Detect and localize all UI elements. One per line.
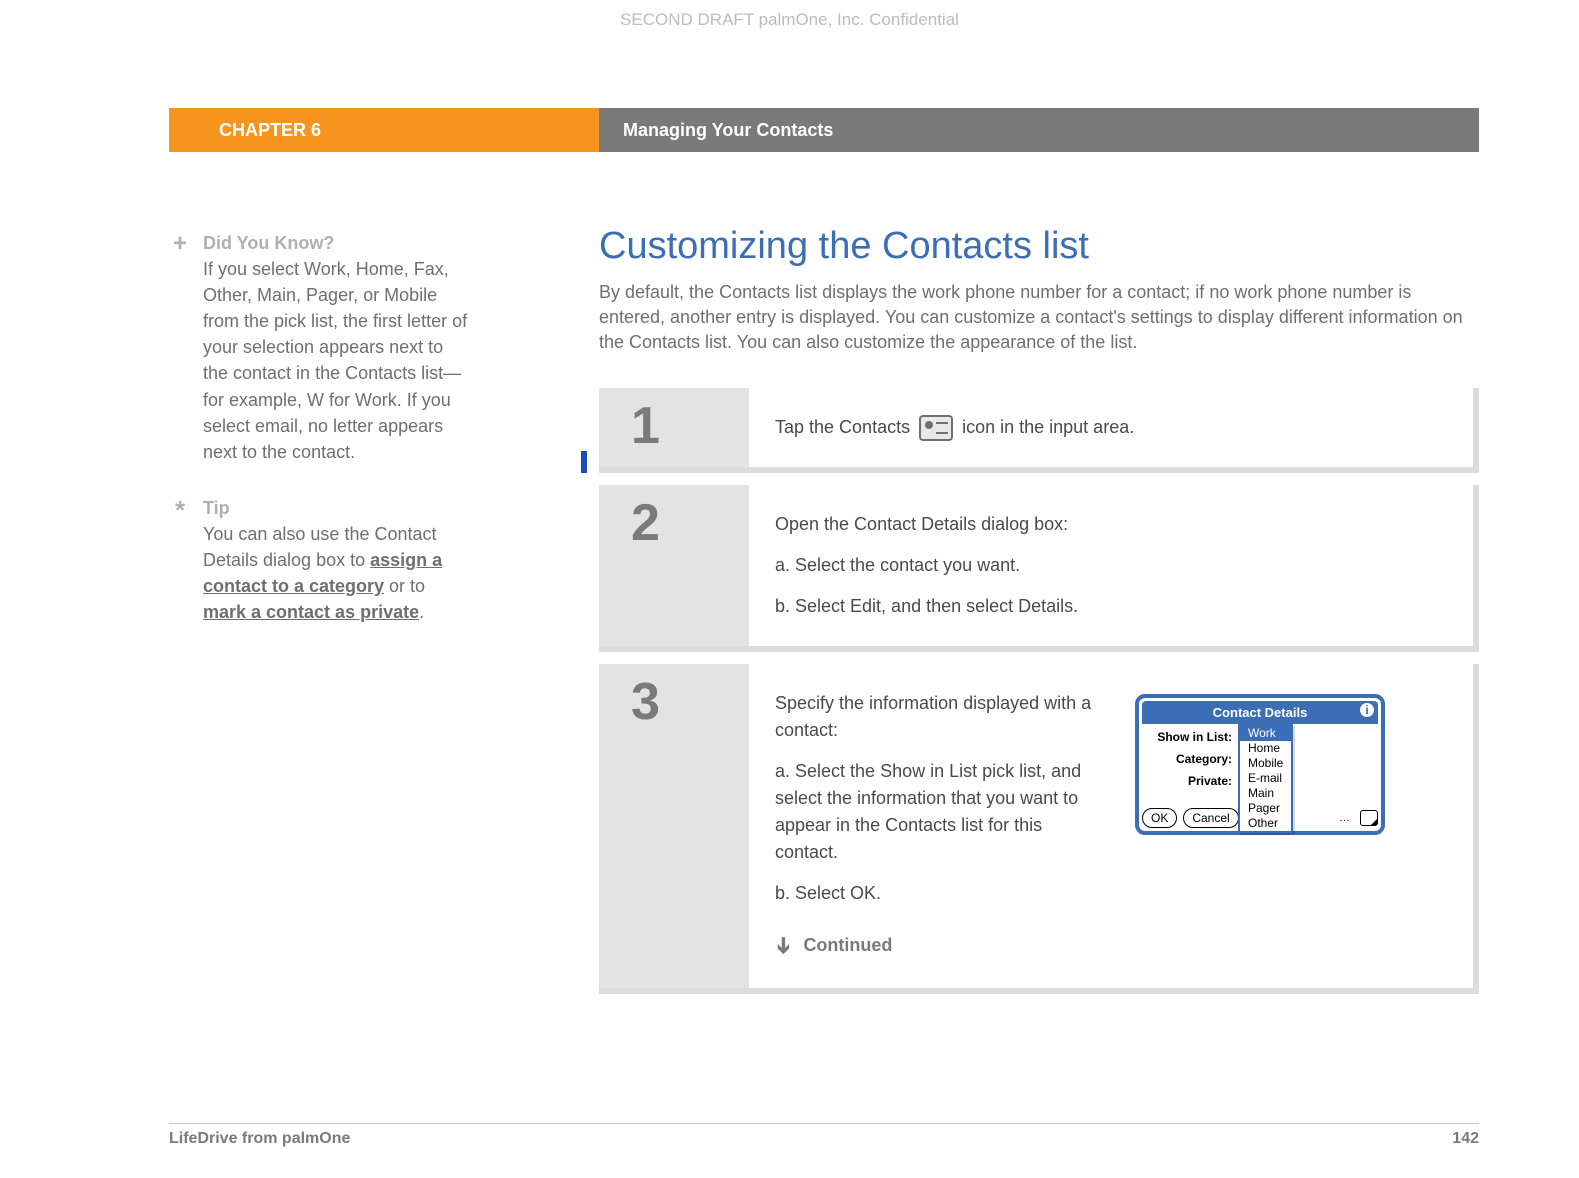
picklist-option: Main (1240, 786, 1291, 801)
picklist-option: Other (1240, 816, 1291, 831)
step-3: 3 Specify the information displayed with… (599, 664, 1479, 994)
page-footer: LifeDrive from palmOne 142 (169, 1123, 1479, 1148)
tip-body: Tip You can also use the Contact Details… (203, 495, 469, 625)
tip-block: * Tip You can also use the Contact Detai… (169, 495, 469, 625)
step-3-number: 3 (599, 664, 749, 988)
did-you-know-block: + Did You Know? If you select Work, Home… (169, 230, 469, 465)
step-2-a: a. Select the contact you want. (775, 552, 1447, 579)
step-1-text-post: icon in the input area. (957, 417, 1134, 437)
did-you-know-title: Did You Know? (203, 230, 469, 256)
plus-icon: + (169, 230, 191, 465)
step-3-b: b. Select OK. (775, 880, 1105, 907)
show-in-list-label: Show in List: (1142, 728, 1238, 746)
chapter-header: CHAPTER 6 Managing Your Contacts (0, 108, 1579, 152)
sidebar: + Did You Know? If you select Work, Home… (169, 230, 469, 655)
picklist-option: Mobile (1240, 756, 1291, 771)
tip-text-post: . (419, 602, 424, 622)
chapter-label: CHAPTER 6 (169, 108, 599, 152)
step-3-body: Specify the information displayed with a… (749, 664, 1473, 988)
step-1-number: 1 (599, 388, 749, 467)
note-icon (1360, 810, 1378, 826)
step-3-a: a. Select the Show in List pick list, an… (775, 758, 1105, 866)
dialog-title: Contact Details (1213, 705, 1308, 720)
main-column: Customizing the Contacts list By default… (599, 225, 1479, 1006)
link-mark-private[interactable]: mark a contact as private (203, 602, 419, 622)
intro-paragraph: By default, the Contacts list displays t… (599, 280, 1479, 356)
did-you-know-text: If you select Work, Home, Fax, Other, Ma… (203, 259, 467, 462)
step-1-text-pre: Tap the Contacts (775, 417, 915, 437)
picklist-option: Home (1240, 741, 1291, 756)
page-content: + Did You Know? If you select Work, Home… (169, 225, 1479, 1098)
info-icon: i (1360, 703, 1374, 717)
category-label: Category: (1142, 750, 1238, 768)
step-2: 2 Open the Contact Details dialog box: a… (599, 485, 1479, 652)
picklist-option: Pager (1240, 801, 1291, 816)
continued-row: ➔ Continued (775, 929, 1105, 962)
asterisk-icon: * (169, 495, 191, 625)
header-spacer (0, 108, 169, 152)
continued-arrow-icon: ➔ (768, 936, 801, 954)
contact-details-dialog-screenshot: Contact Details i Show in List: Category… (1135, 694, 1385, 962)
step-1: 1 Tap the Contacts icon in the input are… (599, 388, 1479, 473)
did-you-know-body: Did You Know? If you select Work, Home, … (203, 230, 469, 465)
tip-title: Tip (203, 495, 469, 521)
footer-page-number: 142 (1452, 1130, 1479, 1148)
section-title: Managing Your Contacts (599, 108, 1479, 152)
dialog-cancel-button: Cancel (1183, 808, 1238, 828)
dialog-ok-button: OK (1142, 808, 1177, 828)
step-3-text: Specify the information displayed with a… (775, 690, 1105, 962)
step-2-line: Open the Contact Details dialog box: (775, 511, 1447, 538)
step-1-body: Tap the Contacts icon in the input area. (749, 388, 1473, 467)
dialog-ellipsis: … (1339, 810, 1350, 827)
step-2-b: b. Select Edit, and then select Details. (775, 593, 1447, 620)
continued-label: Continued (803, 932, 892, 959)
change-bar (581, 451, 587, 473)
contacts-icon (919, 415, 953, 441)
confidential-watermark: SECOND DRAFT palmOne, Inc. Confidential (0, 10, 1579, 30)
step-3-line: Specify the information displayed with a… (775, 690, 1105, 744)
private-label: Private: (1142, 772, 1238, 790)
picklist-option: Work (1240, 726, 1291, 741)
picklist-option: E-mail (1240, 771, 1291, 786)
step-2-body: Open the Contact Details dialog box: a. … (749, 485, 1473, 646)
show-in-list-picklist: WorkHomeMobileE-mailMainPagerOther (1238, 724, 1293, 833)
step-2-number: 2 (599, 485, 749, 646)
tip-text-mid: or to (384, 576, 425, 596)
page-heading: Customizing the Contacts list (599, 225, 1479, 268)
footer-product: LifeDrive from palmOne (169, 1130, 350, 1148)
dialog-title-bar: Contact Details i (1142, 701, 1378, 725)
